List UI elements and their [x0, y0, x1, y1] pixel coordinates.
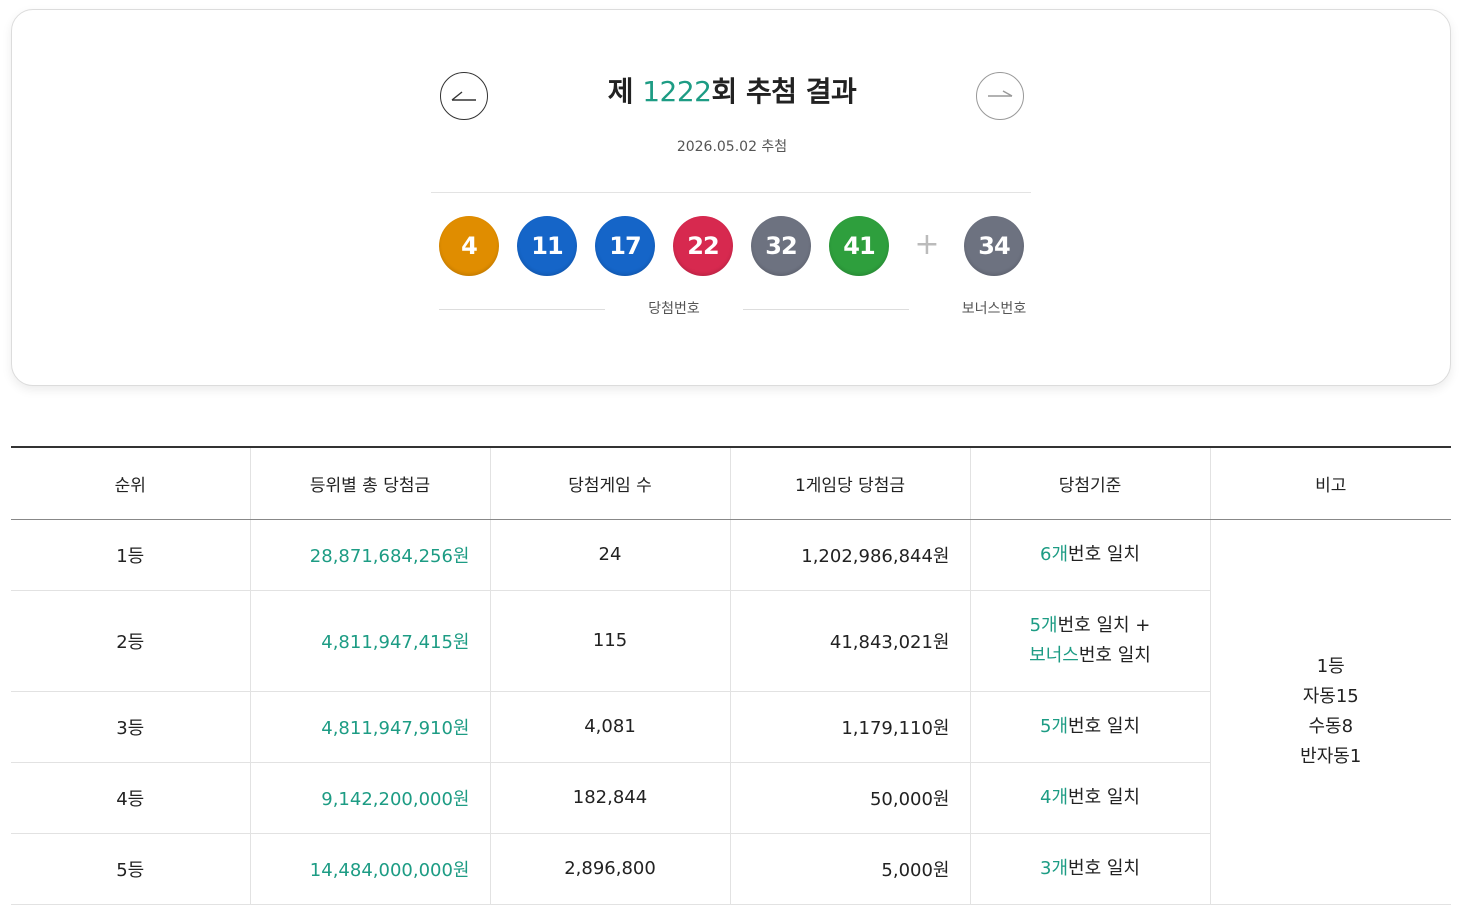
criteria-text: 번호 일치 — [1078, 644, 1151, 666]
criteria-cell: 5개번호 일치 + 보너스번호 일치 — [970, 590, 1211, 692]
label-line-left — [439, 309, 605, 310]
criteria-cell: 6개번호 일치 — [970, 519, 1211, 591]
criteria-text: 번호 일치 — [1068, 857, 1140, 879]
header-criteria: 당첨기준 — [970, 446, 1211, 520]
title-prefix: 제 — [607, 75, 643, 108]
criteria-count: 4개 — [1040, 786, 1069, 808]
title-suffix: 회 추첨 결과 — [711, 75, 857, 108]
bonus-ball: 34 — [964, 216, 1024, 276]
criteria-cell: 5개번호 일치 — [970, 691, 1211, 763]
total-prize-cell: 9,142,200,000원 — [250, 762, 491, 834]
rank-cell: 1등 — [11, 519, 251, 591]
draw-date: 2026.05.02 추첨 — [676, 139, 788, 155]
number-balls: 4 11 17 22 32 41 + 34 — [12, 216, 1452, 278]
winning-ball-2: 11 — [517, 216, 577, 276]
winning-ball-6: 41 — [829, 216, 889, 276]
label-line-right — [743, 309, 909, 310]
winning-ball-3: 17 — [595, 216, 655, 276]
per-game-cell: 1,179,110원 — [730, 691, 971, 763]
winning-ball-5: 32 — [751, 216, 811, 276]
divider — [431, 192, 1031, 193]
note-line: 반자동1 — [1300, 745, 1362, 767]
criteria-text: 번호 일치 — [1068, 715, 1140, 737]
games-cell: 182,844 — [490, 762, 731, 834]
header-rank: 순위 — [11, 446, 251, 520]
page-title: 제 1222회 추첨 결과 — [12, 70, 1452, 110]
criteria-text: 번호 일치 — [1068, 786, 1140, 808]
total-prize-cell: 4,811,947,415원 — [250, 590, 491, 692]
criteria-cell: 3개번호 일치 — [970, 833, 1211, 905]
criteria-cell: 4개번호 일치 — [970, 762, 1211, 834]
per-game-cell: 1,202,986,844원 — [730, 519, 971, 591]
header-per-game-prize: 1게임당 당첨금 — [730, 446, 971, 520]
rank-cell: 5등 — [11, 833, 251, 905]
rank-cell: 3등 — [11, 691, 251, 763]
criteria-count: 5개 — [1040, 715, 1069, 737]
bonus-number-label: 보너스번호 — [961, 301, 1027, 317]
criteria-bonus: 보너스 — [1029, 644, 1079, 666]
games-cell: 2,896,800 — [490, 833, 731, 905]
criteria-count: 6개 — [1040, 543, 1069, 565]
round-number: 1222 — [642, 75, 712, 108]
next-round-button[interactable] — [976, 72, 1024, 120]
per-game-cell: 41,843,021원 — [730, 590, 971, 692]
header-note: 비고 — [1210, 446, 1451, 520]
rank-cell: 4등 — [11, 762, 251, 834]
note-line: 수동8 — [1308, 715, 1354, 737]
note-line: 자동15 — [1302, 685, 1359, 707]
games-cell: 4,081 — [490, 691, 731, 763]
draw-result-card: 제 1222회 추첨 결과 2026.05.02 추첨 4 11 17 22 3… — [11, 9, 1451, 386]
winning-ball-1: 4 — [439, 216, 499, 276]
winning-ball-4: 22 — [673, 216, 733, 276]
criteria-count: 5개 — [1029, 614, 1058, 636]
header-winning-games: 당첨게임 수 — [490, 446, 731, 520]
per-game-cell: 50,000원 — [730, 762, 971, 834]
criteria-count: 3개 — [1040, 857, 1069, 879]
table-header-row: 순위 등위별 총 당첨금 당첨게임 수 1게임당 당첨금 당첨기준 비고 — [11, 446, 1451, 520]
rank-cell: 2등 — [11, 590, 251, 692]
per-game-cell: 5,000원 — [730, 833, 971, 905]
table-row: 1등 28,871,684,256원 24 1,202,986,844원 6개번… — [11, 519, 1451, 905]
criteria-text: 번호 일치 + — [1057, 614, 1151, 636]
total-prize-cell: 4,811,947,910원 — [250, 691, 491, 763]
note-line: 1등 — [1316, 655, 1345, 677]
games-cell: 24 — [490, 519, 731, 591]
criteria-text: 번호 일치 — [1068, 543, 1140, 565]
total-prize-cell: 14,484,000,000원 — [250, 833, 491, 905]
header-total-prize: 등위별 총 당첨금 — [250, 446, 491, 520]
total-prize-cell: 28,871,684,256원 — [250, 519, 491, 591]
arrow-right-icon — [988, 90, 1013, 97]
plus-sign: + — [914, 227, 940, 262]
note-cell: 1등 자동15 수동8 반자동1 — [1210, 519, 1451, 905]
winning-numbers-label: 당첨번호 — [648, 301, 700, 317]
prize-table: 순위 등위별 총 당첨금 당첨게임 수 1게임당 당첨금 당첨기준 비고 1등 … — [11, 446, 1451, 905]
games-cell: 115 — [490, 590, 731, 692]
